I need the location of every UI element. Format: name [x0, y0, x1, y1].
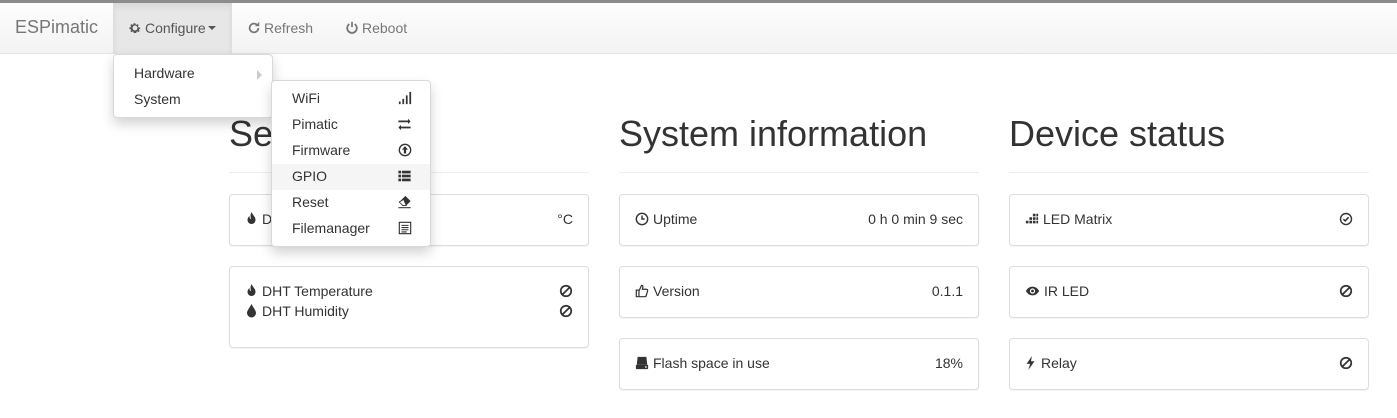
relay-panel: Relay: [1009, 338, 1369, 390]
info-label: Uptime: [653, 211, 698, 227]
eraser-icon: [397, 195, 412, 212]
device-row-led-matrix: LED Matrix: [1025, 211, 1353, 231]
reboot-label: Reboot: [362, 20, 408, 36]
navbar: ESPimatic Configure Refresh Reboot: [0, 3, 1397, 54]
upload-circle-icon: [398, 143, 412, 160]
hdd-icon: [635, 355, 653, 371]
device-status-title: Device status: [1009, 113, 1226, 154]
thumbs-up-icon: [635, 283, 653, 299]
drop-icon: [245, 303, 262, 319]
power-icon: [345, 20, 362, 36]
reboot-button[interactable]: Reboot: [345, 3, 407, 54]
file-list-icon: [398, 221, 412, 238]
brand[interactable]: ESPimatic: [15, 17, 98, 38]
info-value: 18%: [934, 355, 963, 371]
submenu-item-label: Filemanager: [292, 220, 370, 236]
signal-icon: [398, 91, 412, 108]
version-panel: Version 0.1.1: [619, 266, 979, 318]
submenu-item-pimatic[interactable]: Pimatic: [272, 112, 430, 138]
system-information-title: System information: [619, 113, 928, 154]
refresh-button[interactable]: Refresh: [247, 3, 313, 54]
submenu-item-gpio[interactable]: GPIO: [272, 164, 430, 190]
gear-icon: [128, 20, 145, 36]
info-row-uptime: Uptime 0 h 0 min 9 sec: [635, 211, 963, 231]
system-submenu: WiFi Pimatic Firmware GPIO Reset Fileman…: [271, 80, 431, 247]
fire-icon: [245, 211, 262, 227]
fire-icon: [245, 283, 262, 299]
ban-icon: [1339, 355, 1353, 371]
menu-item-system[interactable]: System: [114, 87, 272, 113]
menu-item-label: Hardware: [134, 65, 195, 81]
sensor-panel-2: DHT Temperature DHT Humidity: [229, 266, 589, 348]
ban-icon: [1339, 283, 1353, 299]
caret-right-icon: [257, 70, 262, 80]
device-label: Relay: [1041, 355, 1077, 371]
sensor-row-dht-humidity: DHT Humidity: [245, 303, 573, 323]
configure-dropdown: Hardware System: [113, 54, 273, 118]
device-label: IR LED: [1044, 283, 1090, 299]
submenu-item-label: GPIO: [292, 168, 328, 184]
caret-down-icon: [207, 26, 216, 30]
sensor-value: °C: [557, 211, 573, 227]
configure-label: Configure: [145, 20, 206, 36]
sensor-row-dht-temperature: DHT Temperature: [245, 283, 573, 303]
submenu-item-label: WiFi: [292, 90, 320, 106]
info-label: Flash space in use: [653, 355, 770, 371]
submenu-item-label: Pimatic: [292, 116, 338, 132]
ir-led-panel: IR LED: [1009, 266, 1369, 318]
grid-icon: [1025, 211, 1043, 227]
device-row-relay: Relay: [1025, 355, 1353, 375]
clock-icon: [635, 211, 653, 227]
configure-menu-button[interactable]: Configure: [113, 3, 232, 54]
list-icon: [397, 169, 412, 186]
info-row-version: Version 0.1.1: [635, 283, 963, 303]
system-information-divider: [619, 172, 979, 173]
sensors-title: Se: [229, 113, 274, 154]
submenu-item-wifi[interactable]: WiFi: [272, 86, 430, 112]
menu-item-hardware[interactable]: Hardware: [114, 61, 272, 87]
menu-item-label: System: [134, 91, 181, 107]
sensor-label: DHT Temperature: [262, 283, 373, 299]
device-row-ir-led: IR LED: [1025, 283, 1353, 303]
info-value: 0 h 0 min 9 sec: [868, 211, 963, 227]
sensor-label: DHT Humidity: [262, 303, 349, 319]
ban-icon: [559, 303, 573, 319]
submenu-item-label: Reset: [292, 194, 329, 210]
uptime-panel: Uptime 0 h 0 min 9 sec: [619, 194, 979, 246]
device-status-divider: [1009, 172, 1369, 173]
info-row-flash: Flash space in use 18%: [635, 355, 963, 375]
device-label: LED Matrix: [1043, 211, 1113, 227]
info-value: 0.1.1: [931, 283, 963, 299]
led-matrix-panel: LED Matrix: [1009, 194, 1369, 246]
refresh-icon: [247, 20, 264, 36]
refresh-label: Refresh: [264, 20, 314, 36]
submenu-item-reset[interactable]: Reset: [272, 190, 430, 216]
eye-icon: [1025, 283, 1044, 299]
submenu-item-filemanager[interactable]: Filemanager: [272, 216, 430, 242]
submenu-item-label: Firmware: [292, 142, 351, 158]
check-circle-icon: [1339, 211, 1353, 227]
ban-icon: [559, 283, 573, 299]
bolt-icon: [1025, 355, 1041, 371]
transfer-icon: [397, 117, 412, 134]
submenu-item-firmware[interactable]: Firmware: [272, 138, 430, 164]
flash-panel: Flash space in use 18%: [619, 338, 979, 390]
info-label: Version: [653, 283, 700, 299]
